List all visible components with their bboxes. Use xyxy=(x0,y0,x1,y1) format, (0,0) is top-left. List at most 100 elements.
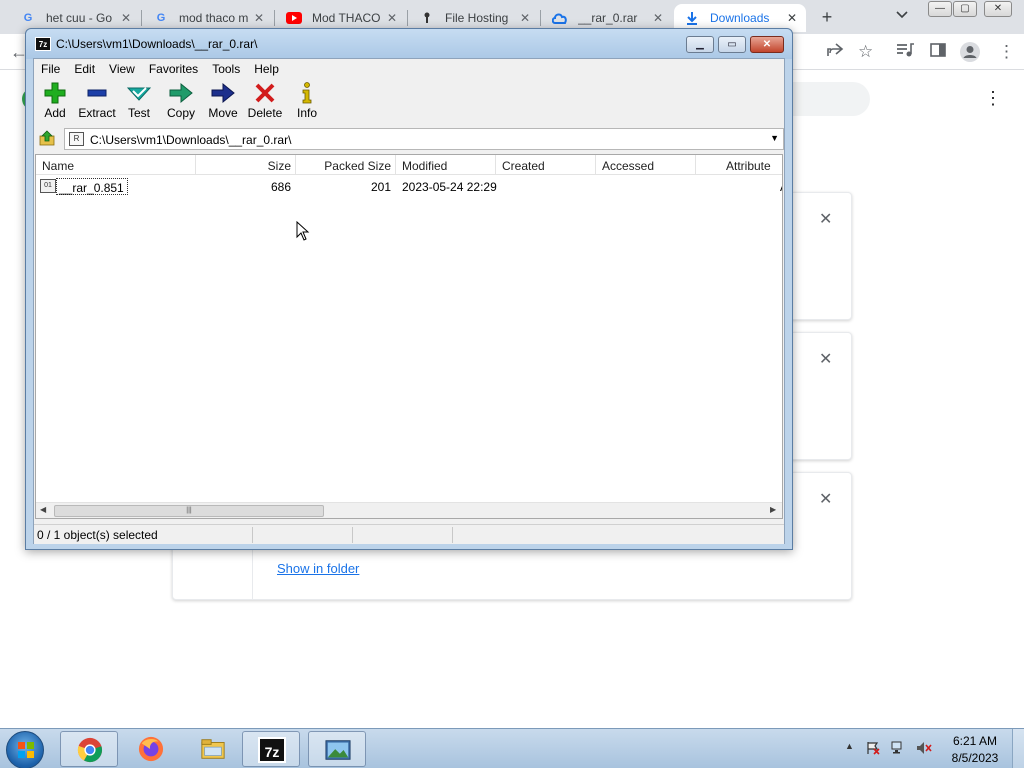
tab-close-icon[interactable]: ✕ xyxy=(251,11,267,25)
delete-icon xyxy=(244,81,286,105)
taskbar-7zip[interactable]: 7z xyxy=(242,731,300,767)
column-attributes[interactable]: Attribute xyxy=(696,155,782,175)
download-icon xyxy=(684,10,700,26)
tab-separator xyxy=(407,10,408,26)
status-bar: 0 / 1 object(s) selected xyxy=(34,524,784,544)
table-row[interactable]: 01 __rar_0.851 686 201 2023-05-24 22:29 … xyxy=(36,177,782,197)
scroll-left-icon[interactable]: ◀ xyxy=(40,505,46,514)
column-size[interactable]: Size xyxy=(196,155,296,175)
add-button[interactable]: Add xyxy=(34,81,76,123)
firefox-icon xyxy=(138,736,164,762)
maximize-icon[interactable]: ▢ xyxy=(953,1,977,17)
window-titlebar[interactable]: 7z C:\Users\vm1\Downloads\__rar_0.rar\ ▁… xyxy=(26,29,792,59)
chrome-menu-icon[interactable]: ⋮ xyxy=(998,42,1015,62)
archive-icon: R xyxy=(69,132,84,146)
start-button[interactable] xyxy=(6,731,44,768)
add-label: Add xyxy=(44,106,66,120)
path-input[interactable]: R C:\Users\vm1\Downloads\__rar_0.rar\ ▼ xyxy=(64,128,784,150)
tab-title: File Hosting xyxy=(445,11,509,25)
info-label: Info xyxy=(296,106,317,120)
copy-label: Copy xyxy=(166,106,195,120)
column-accessed[interactable]: Accessed xyxy=(596,155,696,175)
menu-favorites[interactable]: Favorites xyxy=(142,59,205,78)
google-icon: G xyxy=(156,12,166,24)
extract-button[interactable]: Extract xyxy=(76,81,118,123)
taskbar-firefox[interactable] xyxy=(122,731,180,767)
tab-title: Downloads xyxy=(710,11,770,25)
file-icon: 01 xyxy=(40,179,56,193)
tab-close-icon[interactable]: ✕ xyxy=(517,11,533,25)
show-hidden-icons[interactable]: ▲ xyxy=(845,741,854,751)
profile-avatar-icon[interactable] xyxy=(960,42,980,67)
status-divider xyxy=(252,527,253,543)
downloads-search-input[interactable] xyxy=(780,82,870,116)
youtube-icon xyxy=(286,10,302,26)
downloads-more-icon[interactable]: ⋮ xyxy=(984,88,1002,109)
tab-close-icon[interactable]: ✕ xyxy=(384,11,400,25)
file-hosting-icon xyxy=(419,10,435,26)
taskbar-image-viewer[interactable] xyxy=(308,731,366,767)
google-icon: G xyxy=(23,12,33,24)
horizontal-scrollbar[interactable]: ◀ ||| ▶ xyxy=(36,502,782,518)
show-in-folder-link[interactable]: Show in folder xyxy=(277,561,359,576)
menu-edit[interactable]: Edit xyxy=(67,59,102,78)
column-name[interactable]: Name xyxy=(36,155,196,175)
tab-search-icon[interactable] xyxy=(896,8,908,22)
delete-button[interactable]: Delete xyxy=(244,81,286,123)
network-icon[interactable] xyxy=(891,741,905,755)
minimize-icon[interactable]: ▁ xyxy=(686,36,714,53)
media-control-icon[interactable] xyxy=(896,42,914,63)
clock-date[interactable]: 8/5/2023 xyxy=(945,751,1005,765)
show-desktop-button[interactable] xyxy=(1012,729,1024,768)
remove-download-icon[interactable]: ✕ xyxy=(819,489,832,509)
column-packed-size[interactable]: Packed Size xyxy=(296,155,396,175)
mouse-cursor-icon xyxy=(296,221,310,241)
column-created[interactable]: Created xyxy=(496,155,596,175)
tab-separator xyxy=(141,10,142,26)
side-panel-icon[interactable] xyxy=(930,42,946,63)
file-name[interactable]: __rar_0.851 xyxy=(56,178,128,195)
folder-up-icon[interactable] xyxy=(38,130,56,148)
volume-muted-icon[interactable] xyxy=(916,741,932,755)
file-list: Name Size Packed Size Modified Created A… xyxy=(35,154,783,519)
tab-title: mod thaco m xyxy=(179,11,249,25)
minimize-icon[interactable]: — xyxy=(928,1,952,17)
close-icon[interactable]: ✕ xyxy=(750,36,784,53)
tab-close-icon[interactable]: ✕ xyxy=(118,11,134,25)
info-button[interactable]: Info xyxy=(286,81,328,123)
taskbar: 7z ▲ 6:21 AM 8/5/2023 xyxy=(0,728,1024,768)
7zip-client-area: File Edit View Favorites Tools Help Add … xyxy=(33,58,785,544)
maximize-icon[interactable]: ▭ xyxy=(718,36,746,53)
taskbar-chrome[interactable] xyxy=(60,731,118,767)
chevron-down-icon[interactable]: ▼ xyxy=(770,133,779,143)
menu-help[interactable]: Help xyxy=(247,59,286,78)
taskbar-file-explorer[interactable] xyxy=(184,731,242,767)
7zip-app-icon: 7z xyxy=(35,37,51,51)
extract-icon xyxy=(76,81,118,105)
tab-close-icon[interactable]: ✕ xyxy=(650,11,666,25)
remove-download-icon[interactable]: ✕ xyxy=(819,209,832,229)
share-icon[interactable] xyxy=(826,42,844,63)
selection-status: 0 / 1 object(s) selected xyxy=(37,528,158,542)
chrome-icon xyxy=(77,737,103,763)
scroll-right-icon[interactable]: ▶ xyxy=(770,505,776,514)
test-button[interactable]: Test xyxy=(118,81,160,123)
toolbar: Add Extract Test Copy Move Delete Info xyxy=(34,79,784,123)
tab-close-icon[interactable]: ✕ xyxy=(784,11,800,25)
bookmark-star-icon[interactable]: ☆ xyxy=(858,42,873,62)
column-modified[interactable]: Modified xyxy=(396,155,496,175)
tab-separator xyxy=(540,10,541,26)
move-button[interactable]: Move xyxy=(202,81,244,123)
menu-bar: File Edit View Favorites Tools Help xyxy=(34,59,784,78)
menu-file[interactable]: File xyxy=(34,59,67,78)
action-center-flag-icon[interactable] xyxy=(866,741,880,755)
clock-time[interactable]: 6:21 AM xyxy=(945,734,1005,748)
copy-button[interactable]: Copy xyxy=(160,81,202,123)
menu-view[interactable]: View xyxy=(102,59,142,78)
menu-tools[interactable]: Tools xyxy=(205,59,247,78)
scrollbar-thumb[interactable]: ||| xyxy=(54,505,324,517)
list-header: Name Size Packed Size Modified Created A… xyxy=(36,155,782,175)
new-tab-button[interactable]: + xyxy=(816,6,838,28)
close-icon[interactable]: ✕ xyxy=(984,1,1012,17)
remove-download-icon[interactable]: ✕ xyxy=(819,349,832,369)
